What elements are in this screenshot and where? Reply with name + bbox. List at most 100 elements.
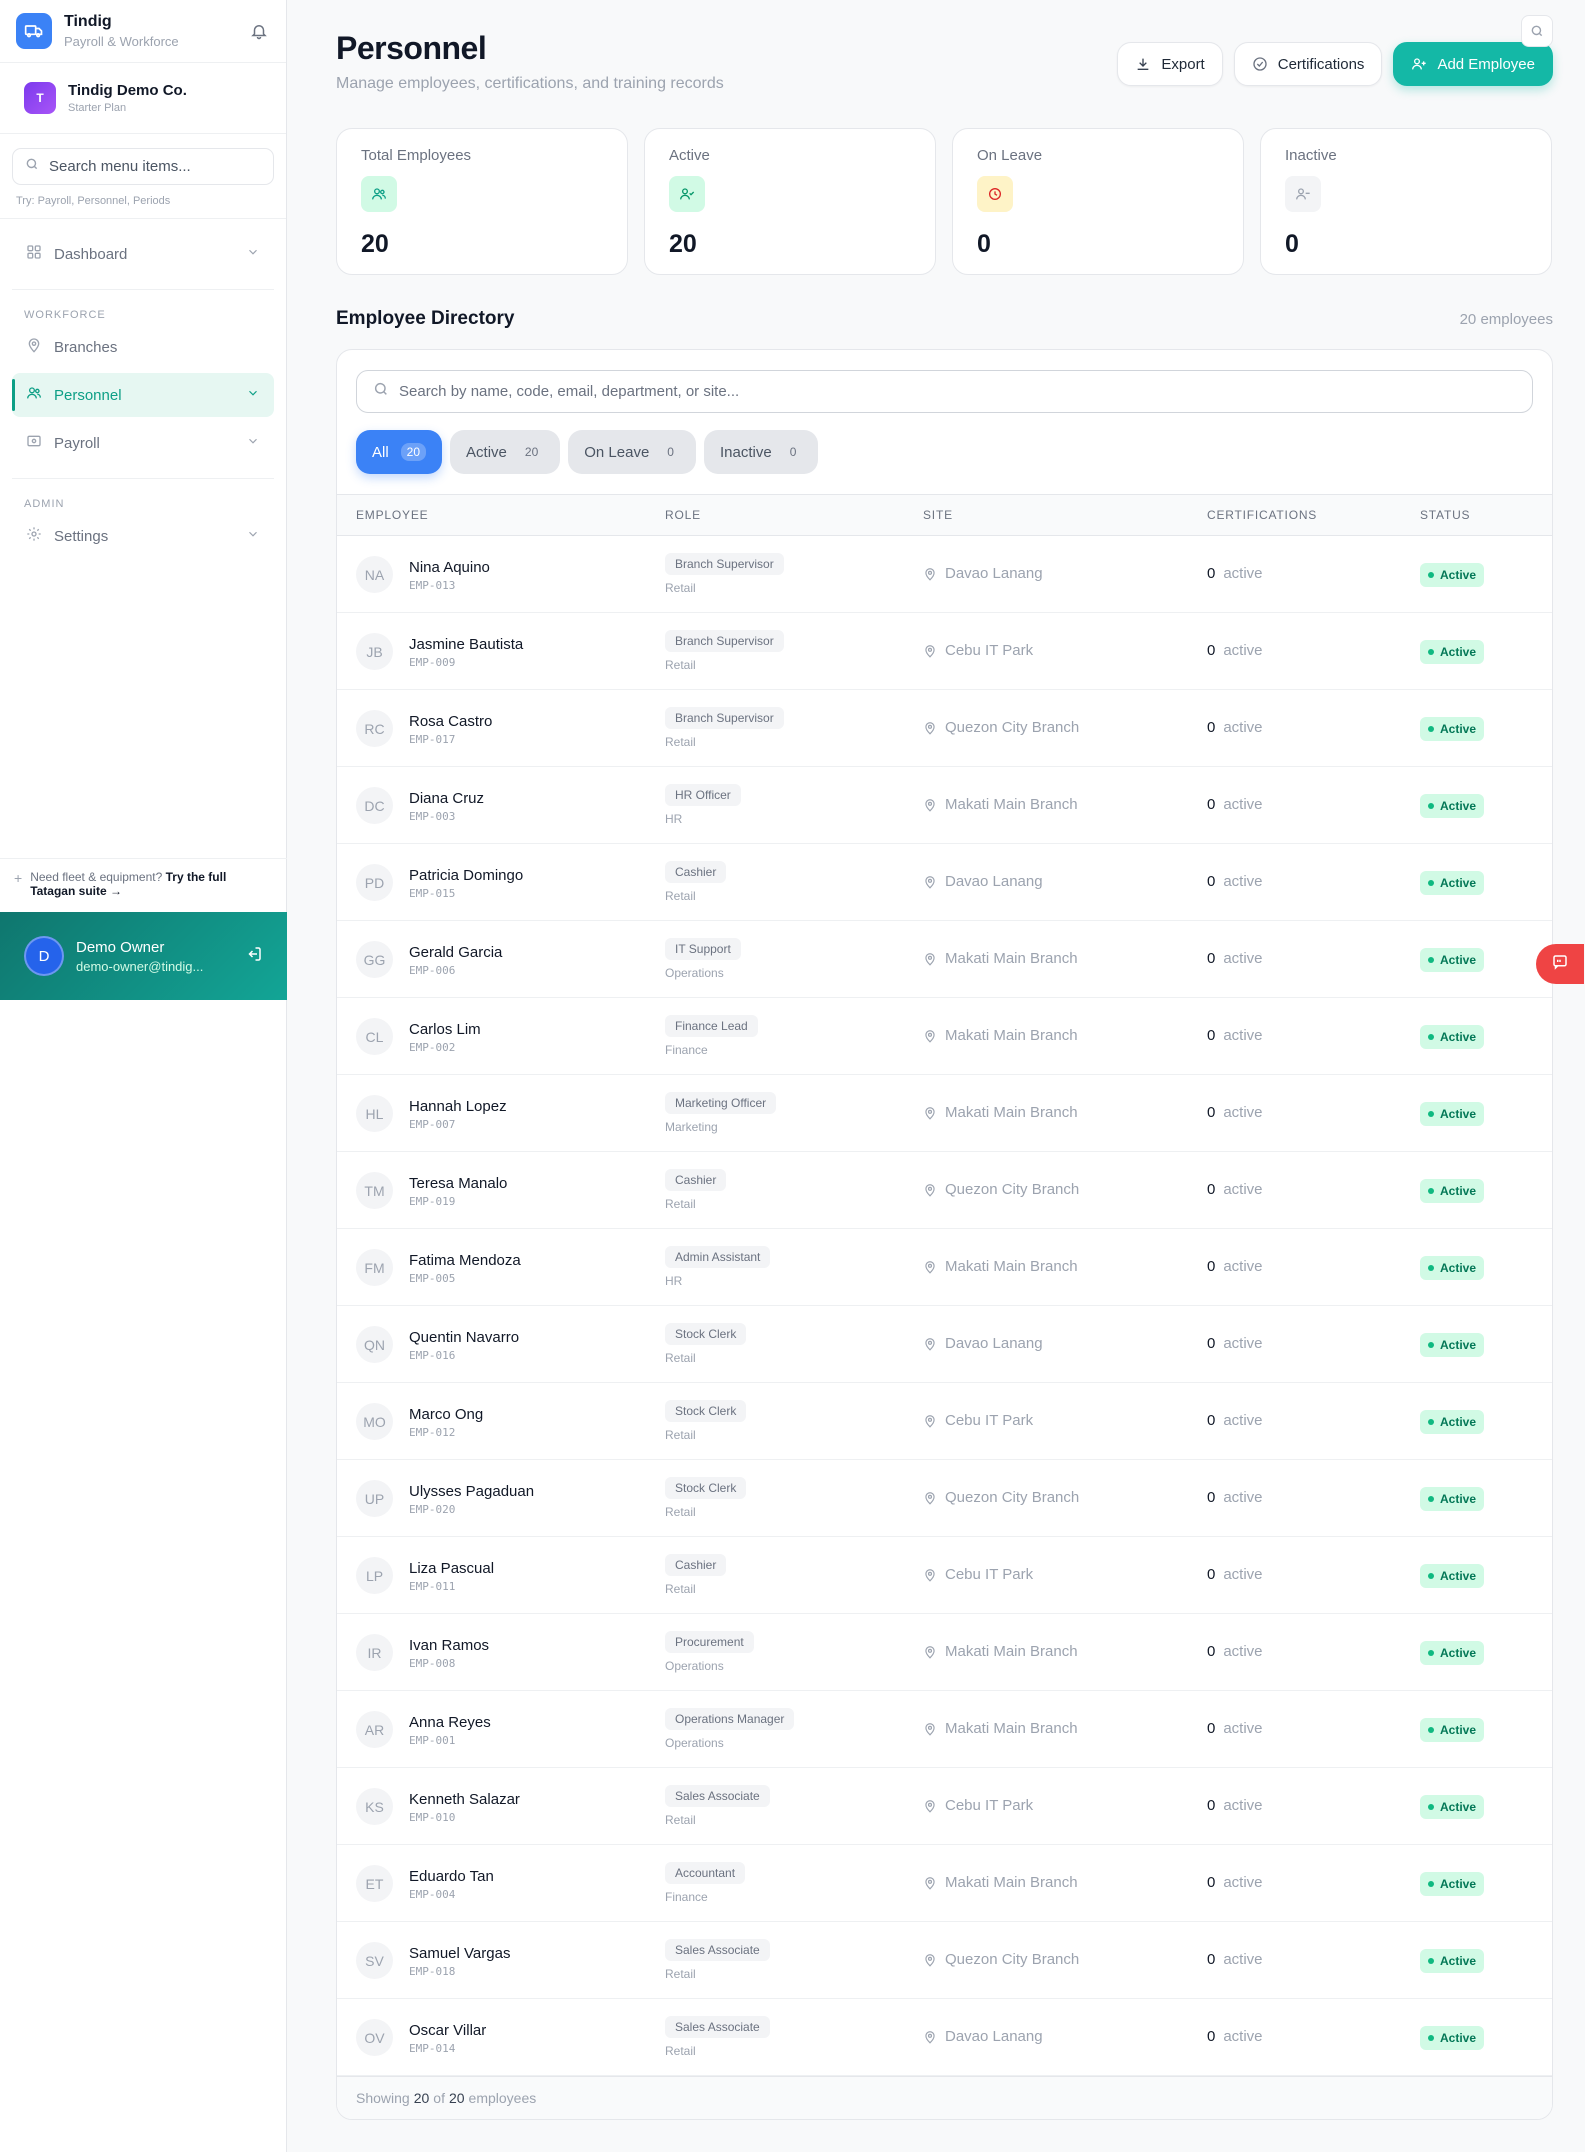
- avatar: SV: [356, 1942, 393, 1979]
- nav-branches-label: Branches: [54, 338, 118, 356]
- certifications-button[interactable]: Certifications: [1233, 42, 1383, 86]
- table-row[interactable]: NA Nina Aquino EMP-013 Branch Supervisor Ret…: [337, 536, 1552, 613]
- table-row[interactable]: OV Oscar Villar EMP-014 Sales Associate Reta…: [337, 1999, 1552, 2076]
- site-name: Makati Main Branch: [945, 950, 1078, 967]
- table-row[interactable]: DC Diana Cruz EMP-003 HR Officer HR Makati Ma…: [337, 767, 1552, 844]
- map-pin-icon: [923, 798, 937, 812]
- column-role[interactable]: ROLE: [665, 508, 701, 522]
- table-row[interactable]: GG Gerald Garcia EMP-006 IT Support Operatio…: [337, 921, 1552, 998]
- table-row[interactable]: HL Hannah Lopez EMP-007 Marketing Officer Ma…: [337, 1075, 1552, 1152]
- table-row[interactable]: AR Anna Reyes EMP-001 Operations Manager Ope…: [337, 1691, 1552, 1768]
- user-card[interactable]: D Demo Owner demo-owner@tindig...: [0, 912, 287, 1000]
- bell-icon[interactable]: [248, 20, 270, 42]
- table-row[interactable]: LP Liza Pascual EMP-011 Cashier Retail Cebu I…: [337, 1537, 1552, 1614]
- employee-name[interactable]: Carlos Lim: [409, 1021, 481, 1038]
- export-label: Export: [1161, 55, 1205, 73]
- column-site[interactable]: SITE: [923, 508, 953, 522]
- department: Retail: [665, 735, 696, 749]
- logout-icon[interactable]: [245, 945, 263, 968]
- employee-search[interactable]: [356, 370, 1533, 413]
- table-row[interactable]: QN Quentin Navarro EMP-016 Stock Clerk Retai…: [337, 1306, 1552, 1383]
- table-row[interactable]: JB Jasmine Bautista EMP-009 Branch Supervis…: [337, 613, 1552, 690]
- table-row[interactable]: PD Patricia Domingo EMP-015 Cashier Retail Da…: [337, 844, 1552, 921]
- department: Retail: [665, 658, 696, 672]
- employee-code: EMP-011: [409, 1580, 456, 1593]
- employee-name[interactable]: Marco Ong: [409, 1406, 483, 1423]
- export-button[interactable]: Export: [1117, 42, 1223, 86]
- table-row[interactable]: RC Rosa Castro EMP-017 Branch Supervisor Ret…: [337, 690, 1552, 767]
- map-pin-icon: [923, 1491, 937, 1505]
- status-label: Active: [1440, 1261, 1477, 1275]
- employee-name[interactable]: Jasmine Bautista: [409, 636, 523, 653]
- feedback-button[interactable]: [1536, 944, 1584, 984]
- upsell-promo[interactable]: + Need fleet & equipment? Try the full T…: [0, 858, 287, 912]
- add-employee-button[interactable]: Add Employee: [1393, 42, 1553, 86]
- filter-on-leave[interactable]: On Leave 0: [568, 430, 696, 474]
- employee-name[interactable]: Eduardo Tan: [409, 1868, 494, 1885]
- employee-name[interactable]: Ivan Ramos: [409, 1637, 489, 1654]
- table-row[interactable]: ET Eduardo Tan EMP-004 Accountant Finance Mak…: [337, 1845, 1552, 1922]
- employee-search-input[interactable]: [399, 383, 1499, 400]
- employee-name[interactable]: Samuel Vargas: [409, 1945, 510, 1962]
- nav-personnel[interactable]: Personnel: [12, 373, 274, 417]
- status-badge: Active: [1420, 1949, 1485, 1973]
- column-employee[interactable]: EMPLOYEE: [356, 508, 428, 522]
- role-badge: Accountant: [665, 1862, 746, 1884]
- employee-name[interactable]: Oscar Villar: [409, 2022, 486, 2039]
- employee-name[interactable]: Liza Pascual: [409, 1560, 494, 1577]
- site: Makati Main Branch: [923, 1643, 1078, 1660]
- nav-dashboard[interactable]: Dashboard: [12, 232, 274, 276]
- employee-name[interactable]: Rosa Castro: [409, 713, 492, 730]
- cert-suffix: active: [1223, 873, 1263, 890]
- employee-name[interactable]: Diana Cruz: [409, 790, 484, 807]
- department: Retail: [665, 1197, 696, 1211]
- nav-branches[interactable]: Branches: [12, 325, 274, 369]
- table-row[interactable]: IR Ivan Ramos EMP-008 Procurement Operations…: [337, 1614, 1552, 1691]
- department: Operations: [665, 1659, 724, 1673]
- employee-name[interactable]: Anna Reyes: [409, 1714, 491, 1731]
- cert-number: 0: [1207, 796, 1216, 813]
- table-row[interactable]: CL Carlos Lim EMP-002 Finance Lead Finance Ma…: [337, 998, 1552, 1075]
- table-row[interactable]: UP Ulysses Pagaduan EMP-020 Stock Clerk Reta…: [337, 1460, 1552, 1537]
- certifications-count: 0 active: [1207, 1412, 1263, 1429]
- avatar: NA: [356, 556, 393, 593]
- status-label: Active: [1440, 1415, 1477, 1429]
- table-row[interactable]: FM Fatima Mendoza EMP-005 Admin Assistant HR…: [337, 1229, 1552, 1306]
- brand-header: Tindig Payroll & Workforce: [0, 0, 286, 63]
- org-switcher[interactable]: T Tindig Demo Co. Starter Plan: [0, 63, 286, 134]
- nav-settings[interactable]: Settings: [12, 514, 274, 558]
- filter-inactive[interactable]: Inactive 0: [703, 430, 819, 474]
- employee-name[interactable]: Teresa Manalo: [409, 1175, 507, 1192]
- employee-name[interactable]: Quentin Navarro: [409, 1329, 519, 1346]
- column-certifications[interactable]: CERTIFICATIONS: [1207, 508, 1317, 522]
- avatar: UP: [356, 1480, 393, 1517]
- employee-name[interactable]: Hannah Lopez: [409, 1098, 507, 1115]
- role-badge: Sales Associate: [665, 1939, 770, 1961]
- employee-name[interactable]: Patricia Domingo: [409, 867, 523, 884]
- avatar: CL: [356, 1018, 393, 1055]
- employee-name[interactable]: Ulysses Pagaduan: [409, 1483, 534, 1500]
- menu-search[interactable]: [12, 148, 274, 185]
- plus-icon: +: [14, 870, 23, 886]
- table-row[interactable]: MO Marco Ong EMP-012 Stock Clerk Retail Cebu …: [337, 1383, 1552, 1460]
- truck-icon[interactable]: [16, 13, 52, 49]
- status-label: Active: [1440, 1492, 1477, 1506]
- table-row[interactable]: SV Samuel Vargas EMP-018 Sales Associate Ret…: [337, 1922, 1552, 1999]
- filter-active[interactable]: Active 20: [450, 430, 561, 474]
- filter-all[interactable]: All 20: [356, 430, 443, 474]
- site: Makati Main Branch: [923, 1874, 1078, 1891]
- table-row[interactable]: KS Kenneth Salazar EMP-010 Sales Associate R…: [337, 1768, 1552, 1845]
- status-label: Active: [1440, 1954, 1477, 1968]
- employee-name[interactable]: Gerald Garcia: [409, 944, 502, 961]
- column-status[interactable]: STATUS: [1420, 508, 1470, 522]
- nav-payroll[interactable]: Payroll: [12, 421, 274, 465]
- status-dot: [1428, 726, 1434, 732]
- table-row[interactable]: TM Teresa Manalo EMP-019 Cashier Retail Quezo…: [337, 1152, 1552, 1229]
- employee-name[interactable]: Nina Aquino: [409, 559, 490, 576]
- employee-name[interactable]: Kenneth Salazar: [409, 1791, 520, 1808]
- menu-search-input[interactable]: [49, 158, 249, 175]
- employee-directory: All 20 Active 20 On Leave 0 Inactive 0 EMPLO…: [336, 349, 1553, 2120]
- search-icon[interactable]: [1521, 15, 1553, 47]
- employee-name[interactable]: Fatima Mendoza: [409, 1252, 521, 1269]
- role-badge: Stock Clerk: [665, 1477, 747, 1499]
